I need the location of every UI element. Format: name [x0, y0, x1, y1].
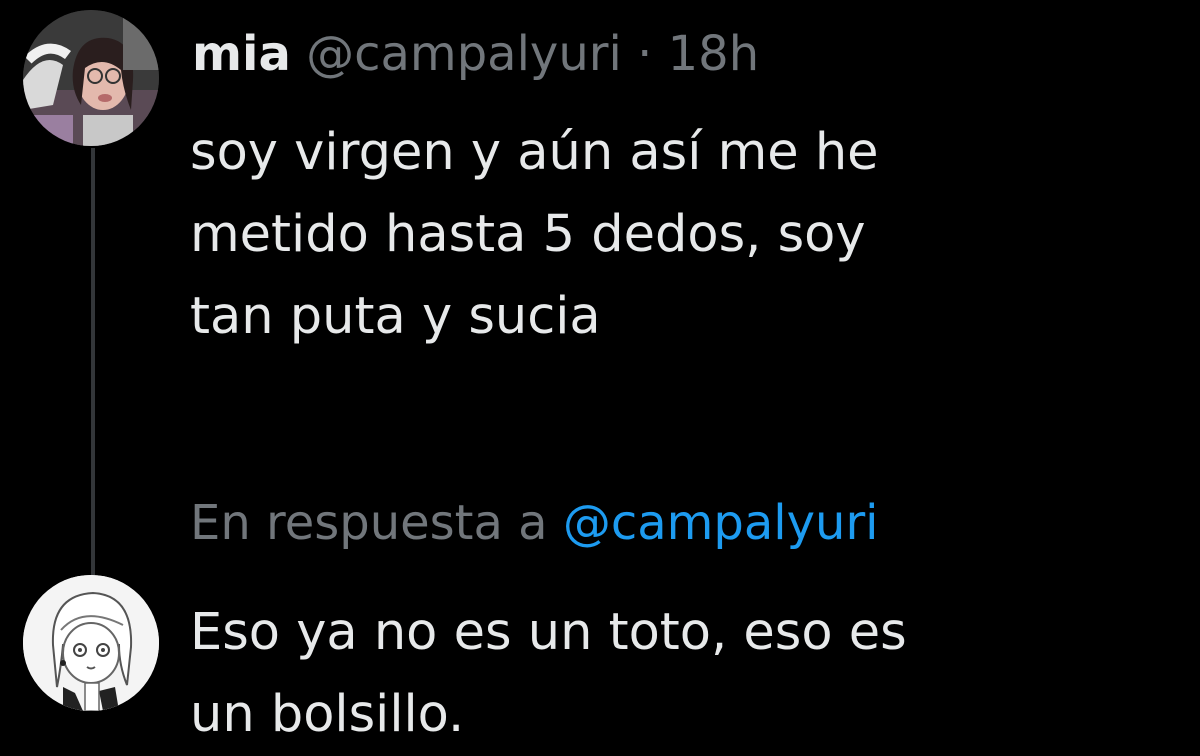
header-separator: · [637, 26, 653, 82]
reply-author-avatar[interactable] [23, 575, 159, 711]
author-handle[interactable]: @campalyuri [306, 26, 622, 82]
post-body-line: tan puta y sucia [190, 287, 601, 346]
profile-photo [23, 10, 159, 146]
reply-context-prefix: En respuesta a [190, 495, 548, 551]
tweet-thread: mia @campalyuri · 18h soy virgen y aún a… [0, 0, 1200, 755]
author-avatar[interactable] [23, 10, 159, 146]
thread-connector-line [91, 148, 95, 575]
anime-avatar-drawing [23, 575, 159, 711]
reply-body-line: Eso ya no es un toto, eso es [190, 603, 907, 662]
reply-body-line: un bolsillo. [190, 685, 465, 744]
post-body: soy virgen y aún así me he metido hasta … [190, 112, 1150, 358]
post-timestamp[interactable]: 18h [668, 26, 760, 82]
post-body-line: metido hasta 5 dedos, soy [190, 205, 866, 264]
post-header: mia @campalyuri · 18h [192, 22, 759, 86]
reply-context: En respuesta a @campalyuri [190, 488, 879, 558]
reply-mention-link[interactable]: @campalyuri [563, 495, 879, 551]
post-body-line: soy virgen y aún así me he [190, 123, 879, 182]
author-name[interactable]: mia [192, 26, 291, 82]
reply-body: Eso ya no es un toto, eso es un bolsillo… [190, 592, 1170, 756]
